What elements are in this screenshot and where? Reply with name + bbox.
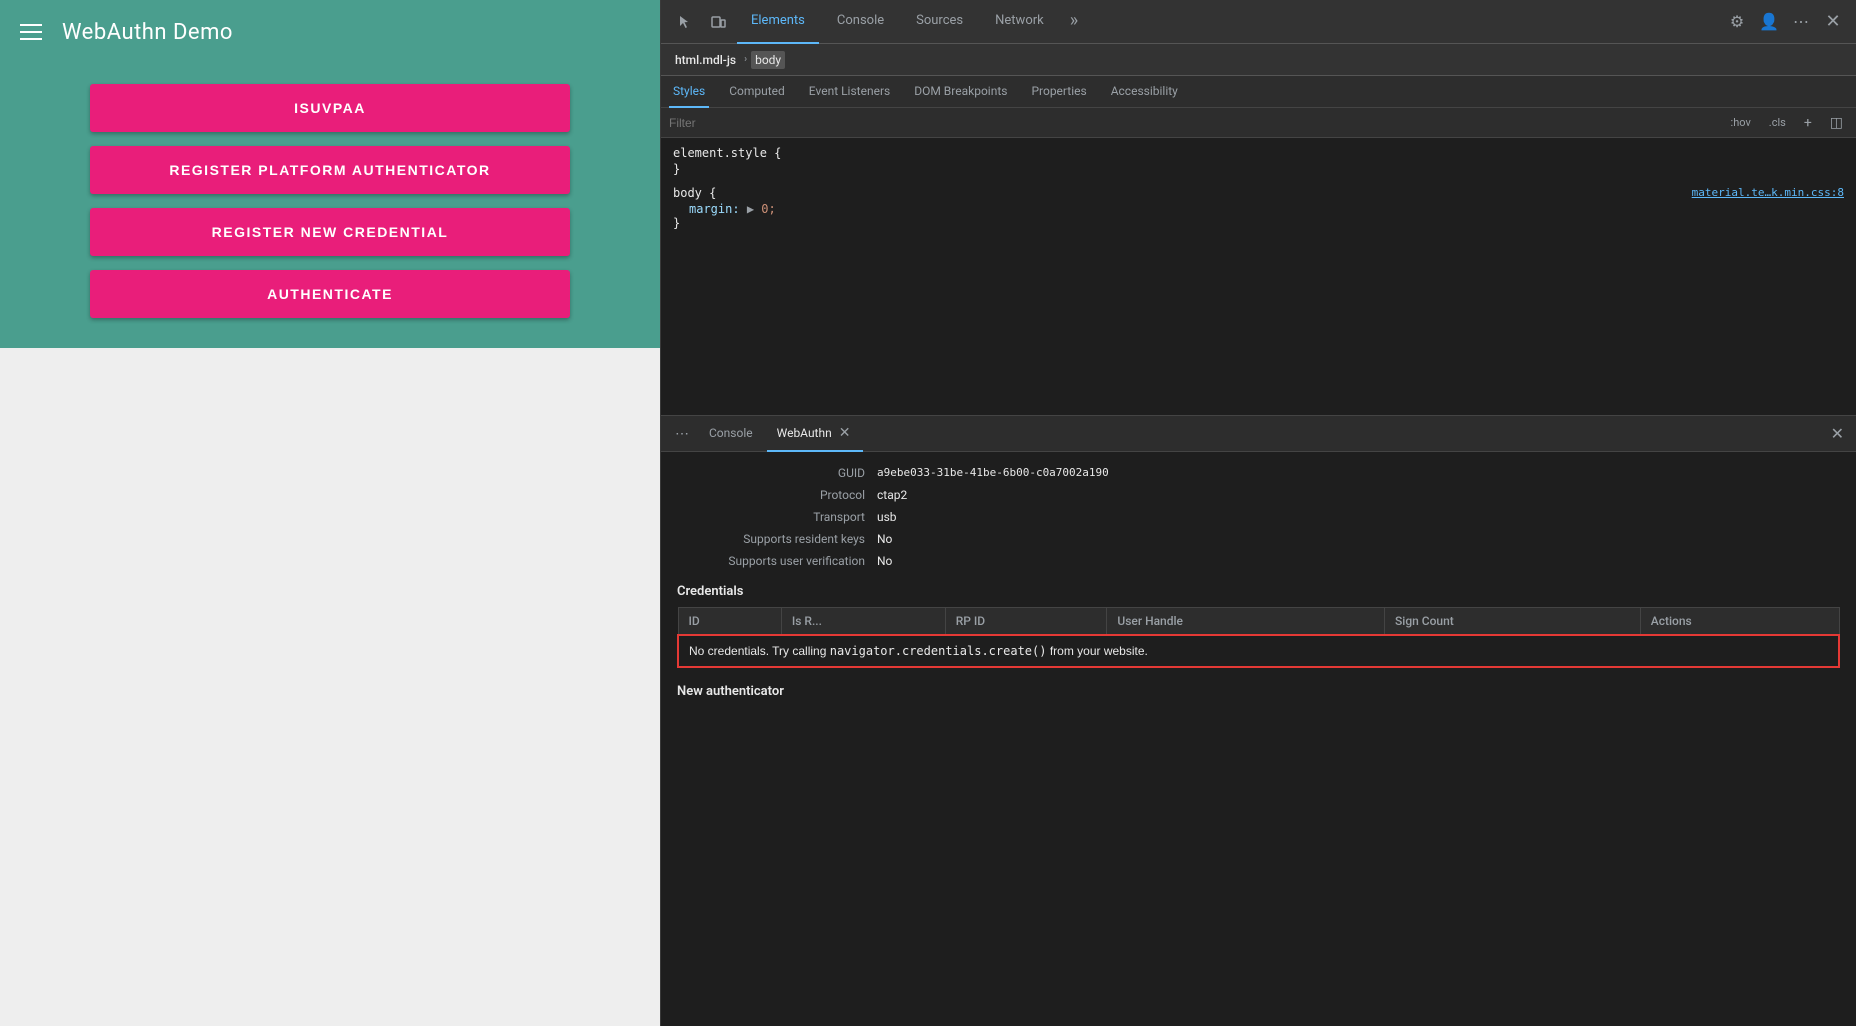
col-rp-id: RP ID: [945, 608, 1107, 636]
wa-transport-row: Transport usb: [677, 506, 1840, 528]
css-source-link[interactable]: material.te…k.min.css:8: [1692, 186, 1844, 199]
tab-elements[interactable]: Elements: [737, 0, 819, 44]
wa-resident-keys-label: Supports resident keys: [677, 532, 877, 546]
styles-panel: Styles Computed Event Listeners DOM Brea…: [661, 76, 1856, 416]
wa-protocol-label: Protocol: [677, 488, 877, 502]
authenticate-button[interactable]: AUTHENTICATE: [90, 270, 570, 318]
filter-add-btn[interactable]: +: [1799, 112, 1817, 134]
tab-sources[interactable]: Sources: [902, 0, 977, 44]
no-creds-text: No credentials. Try calling: [689, 644, 830, 658]
wa-tab-console[interactable]: Console: [699, 416, 763, 452]
devtools-panel: Elements Console Sources Network » ⚙ 👤 ⋯…: [660, 0, 1856, 1026]
wa-user-verification-value: No: [877, 554, 892, 568]
wa-guid-row: GUID a9ebe033-31be-41be-6b00-c0a7002a190: [677, 462, 1840, 484]
app-body: [0, 348, 660, 1026]
new-authenticator-title: New authenticator: [677, 684, 1840, 699]
css-prop-name-margin: margin:: [689, 202, 740, 216]
device-icon-btn[interactable]: [703, 7, 733, 37]
filter-panel-btn[interactable]: ◫: [1825, 112, 1848, 134]
col-id: ID: [678, 608, 781, 636]
css-selector-body: body { material.te…k.min.css:8: [673, 186, 1844, 200]
breadcrumb-bar: html.mdl-js › body: [661, 44, 1856, 76]
tab-more[interactable]: »: [1062, 0, 1086, 44]
close-devtools-btn[interactable]: ✕: [1818, 7, 1848, 37]
webauthn-content: GUID a9ebe033-31be-41be-6b00-c0a7002a190…: [661, 452, 1856, 1026]
wa-dots-btn[interactable]: ⋯: [669, 426, 695, 442]
wa-tab-close-btn[interactable]: ✕: [836, 424, 854, 442]
wa-user-verification-label: Supports user verification: [677, 554, 877, 568]
wa-protocol-value: ctap2: [877, 488, 907, 502]
no-creds-code: navigator.credentials.create(): [830, 644, 1047, 658]
no-creds-suffix: from your website.: [1046, 644, 1147, 658]
wa-user-verification-row: Supports user verification No: [677, 550, 1840, 572]
credentials-header-row: ID Is R... RP ID User Handle Sign Count …: [678, 608, 1839, 636]
styles-content: element.style { } body { material.te…k.m…: [661, 138, 1856, 415]
app-title: WebAuthn Demo: [62, 20, 233, 45]
col-sign-count: Sign Count: [1385, 608, 1641, 636]
new-authenticator-section: New authenticator: [677, 684, 1840, 699]
filter-input[interactable]: [669, 116, 1718, 130]
wa-close-panel-btn[interactable]: ✕: [1827, 420, 1848, 447]
styles-tab-properties[interactable]: Properties: [1027, 76, 1090, 108]
wa-tab-webauthn[interactable]: WebAuthn ✕: [767, 416, 864, 452]
devtools-topbar: Elements Console Sources Network » ⚙ 👤 ⋯…: [661, 0, 1856, 44]
col-is-r: Is R...: [781, 608, 945, 636]
css-property-margin: margin: ▶ 0;: [673, 202, 1844, 216]
col-actions: Actions: [1640, 608, 1839, 636]
app-panel: WebAuthn Demo ISUVPAA REGISTER PLATFORM …: [0, 0, 660, 1026]
no-credentials-row: No credentials. Try calling navigator.cr…: [678, 635, 1839, 667]
styles-tabs: Styles Computed Event Listeners DOM Brea…: [661, 76, 1856, 108]
wa-resident-keys-value: No: [877, 532, 892, 546]
wa-protocol-row: Protocol ctap2: [677, 484, 1840, 506]
register-new-credential-button[interactable]: REGISTER NEW CREDENTIAL: [90, 208, 570, 256]
settings-icon-btn[interactable]: ⚙: [1722, 7, 1752, 37]
filter-bar: :hov .cls + ◫: [661, 108, 1856, 138]
styles-tab-accessibility[interactable]: Accessibility: [1107, 76, 1182, 108]
wa-transport-value: usb: [877, 510, 897, 524]
wa-transport-label: Transport: [677, 510, 877, 524]
css-close-brace-2: }: [673, 216, 1844, 230]
no-credentials-cell: No credentials. Try calling navigator.cr…: [678, 635, 1839, 667]
cursor-icon-btn[interactable]: [669, 7, 699, 37]
css-selector-element: element.style {: [673, 146, 1844, 160]
tab-console[interactable]: Console: [823, 0, 898, 44]
topbar-right: ⚙ 👤 ⋯ ✕: [1722, 7, 1848, 37]
profile-icon-btn[interactable]: 👤: [1754, 7, 1784, 37]
webauthn-tabs: ⋯ Console WebAuthn ✕ ✕: [661, 416, 1856, 452]
credentials-title: Credentials: [677, 584, 1840, 599]
wa-guid-value: a9ebe033-31be-41be-6b00-c0a7002a190: [877, 466, 1109, 480]
css-arrow-margin[interactable]: ▶: [747, 202, 761, 216]
webauthn-panel: ⋯ Console WebAuthn ✕ ✕ GUID a9ebe033-31b…: [661, 416, 1856, 1026]
more-icon-btn[interactable]: ⋯: [1786, 7, 1816, 37]
filter-cls-btn[interactable]: .cls: [1764, 113, 1791, 132]
styles-tab-styles[interactable]: Styles: [669, 76, 709, 108]
credentials-table: ID Is R... RP ID User Handle Sign Count …: [677, 607, 1840, 668]
breadcrumb-html[interactable]: html.mdl-js: [671, 51, 740, 69]
styles-tab-computed[interactable]: Computed: [725, 76, 789, 108]
filter-hov-btn[interactable]: :hov: [1726, 113, 1756, 132]
isuvpaa-button[interactable]: ISUVPAA: [90, 84, 570, 132]
styles-tab-event-listeners[interactable]: Event Listeners: [805, 76, 894, 108]
credentials-section: Credentials ID Is R... RP ID User Handle…: [677, 584, 1840, 668]
register-platform-button[interactable]: REGISTER PLATFORM AUTHENTICATOR: [90, 146, 570, 194]
breadcrumb-body[interactable]: body: [751, 51, 785, 69]
css-block-body: body { material.te…k.min.css:8 margin: ▶…: [673, 186, 1844, 230]
css-prop-value-margin: 0;: [761, 202, 775, 216]
app-header: WebAuthn Demo: [0, 0, 660, 64]
styles-tab-dom-breakpoints[interactable]: DOM Breakpoints: [910, 76, 1011, 108]
css-block-element-style: element.style { }: [673, 146, 1844, 176]
col-user-handle: User Handle: [1107, 608, 1385, 636]
wa-resident-keys-row: Supports resident keys No: [677, 528, 1840, 550]
app-content: ISUVPAA REGISTER PLATFORM AUTHENTICATOR …: [0, 64, 660, 348]
css-close-brace-1: }: [673, 162, 1844, 176]
tab-network[interactable]: Network: [981, 0, 1058, 44]
hamburger-icon[interactable]: [20, 24, 42, 40]
wa-guid-label: GUID: [677, 466, 877, 480]
